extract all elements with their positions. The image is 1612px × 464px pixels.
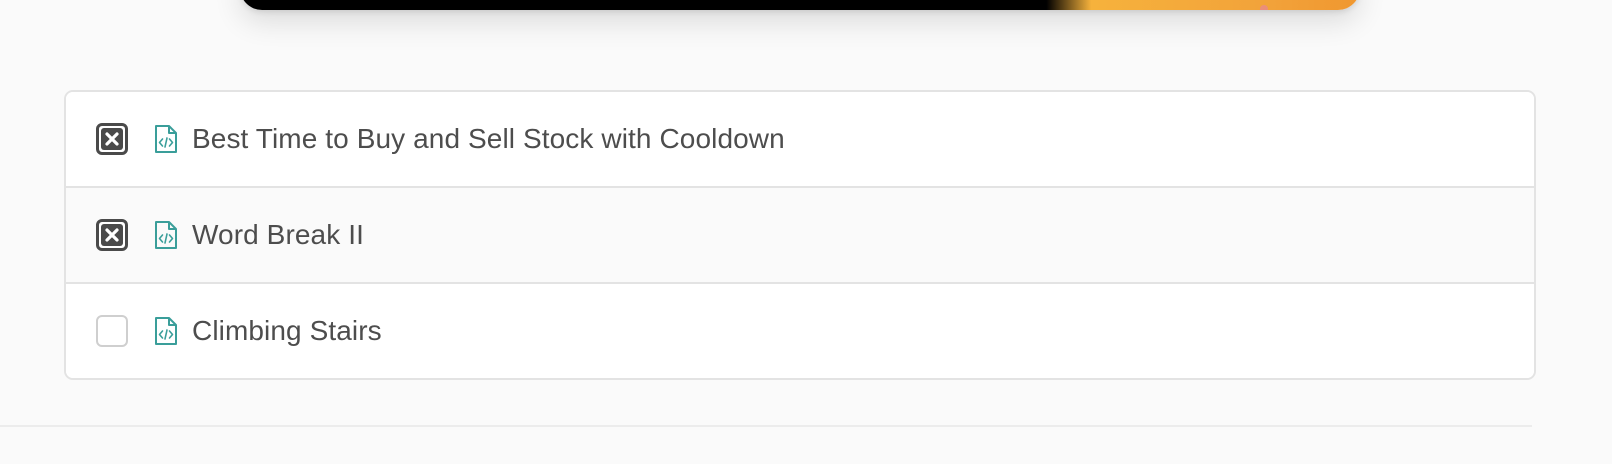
page: Best Time to Buy and Sell Stock with Coo… [0, 0, 1612, 464]
task-row[interactable]: Best Time to Buy and Sell Stock with Coo… [66, 92, 1534, 188]
media-card [240, 0, 1360, 10]
x-mark-icon [101, 224, 123, 246]
task-title[interactable]: Best Time to Buy and Sell Stock with Coo… [192, 123, 785, 155]
task-title[interactable]: Word Break II [192, 219, 364, 251]
task-title[interactable]: Climbing Stairs [192, 315, 382, 347]
x-mark-icon [101, 128, 123, 150]
task-checkbox-unchecked[interactable] [96, 315, 128, 347]
task-list: Best Time to Buy and Sell Stock with Coo… [64, 90, 1536, 380]
media-card-accent [1260, 5, 1268, 10]
code-file-icon [154, 316, 178, 346]
section-divider [0, 425, 1532, 427]
code-file-icon [154, 124, 178, 154]
task-row[interactable]: Word Break II [66, 188, 1534, 284]
task-checkbox-checked[interactable] [96, 123, 128, 155]
task-checkbox-checked[interactable] [96, 219, 128, 251]
code-file-icon [154, 220, 178, 250]
task-row[interactable]: Climbing Stairs [66, 284, 1534, 378]
